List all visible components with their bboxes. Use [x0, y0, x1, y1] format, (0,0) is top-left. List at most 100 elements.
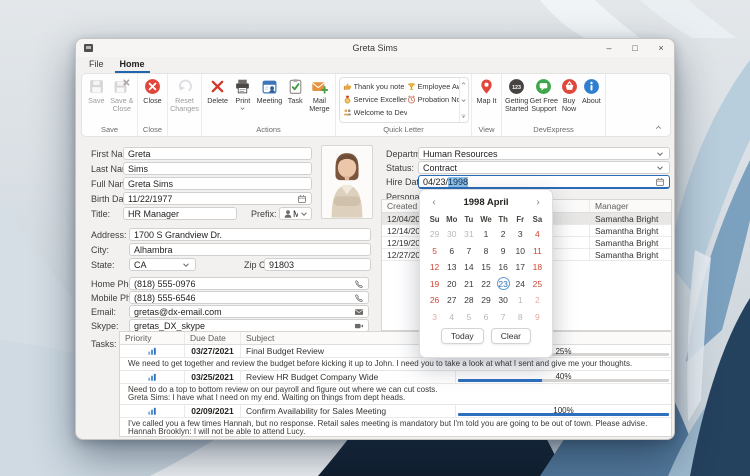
calendar-day[interactable]: 17 — [512, 261, 529, 274]
calendar-icon[interactable] — [654, 176, 665, 187]
chevron-down-icon[interactable] — [654, 148, 665, 159]
prefix-label: Prefix: — [251, 209, 277, 219]
today-button[interactable]: Today — [441, 328, 484, 344]
progress-cell: 40% — [456, 371, 671, 383]
address-input[interactable]: 1700 S Grandview Dr. — [129, 228, 371, 241]
chevron-down-icon[interactable] — [298, 208, 309, 219]
calendar-day[interactable]: 26 — [426, 294, 443, 307]
calendar-day-number: 14 — [462, 261, 475, 274]
calendar-day-number: 2 — [497, 228, 510, 241]
calendar-day[interactable]: 18 — [529, 261, 546, 274]
first-name-input[interactable]: Greta — [123, 147, 312, 160]
calendar-day-number: 6 — [479, 310, 492, 323]
calendar-day[interactable]: 30 — [495, 294, 512, 307]
calendar-day[interactable]: 21 — [460, 277, 477, 290]
calendar-day-number: 28 — [462, 294, 475, 307]
calendar-day[interactable]: 3 — [426, 310, 443, 323]
prefix-select[interactable]: Ms — [279, 207, 312, 220]
title-label: Title: — [91, 209, 110, 219]
full-name-value: Greta Sims — [128, 179, 307, 189]
calendar-day[interactable]: 4 — [529, 228, 546, 241]
calendar-day[interactable]: 7 — [495, 310, 512, 323]
calendar-day[interactable]: 5 — [426, 244, 443, 257]
phone-icon — [353, 278, 364, 289]
calendar-day[interactable]: 7 — [460, 244, 477, 257]
calendar-day[interactable]: 16 — [495, 261, 512, 274]
state-select[interactable]: CA — [129, 258, 196, 271]
hire-date-text: 04/23/ — [423, 177, 448, 187]
email-input[interactable]: gretas@dx-email.com — [129, 305, 369, 318]
calendar-day[interactable]: 2 — [495, 228, 512, 241]
city-input[interactable]: Alhambra — [129, 243, 371, 256]
last-name-input[interactable]: Sims — [123, 162, 312, 175]
manager-cell: Samantha Bright — [590, 237, 671, 248]
calendar-day[interactable]: 22 — [477, 277, 494, 290]
calendar-day[interactable]: 10 — [512, 244, 529, 257]
employee-photo — [321, 145, 373, 219]
calendar-day-number: 30 — [497, 294, 510, 307]
clear-button[interactable]: Clear — [491, 328, 531, 344]
chevron-down-icon[interactable] — [654, 162, 665, 173]
birth-date-value: 11/22/1977 — [128, 194, 296, 204]
calendar-day[interactable]: 25 — [529, 277, 546, 290]
calendar-day[interactable]: 1 — [477, 228, 494, 241]
calendar-day[interactable]: 8 — [477, 244, 494, 257]
calendar-day[interactable]: 20 — [443, 277, 460, 290]
form-area: First Name: Last Name: Full Name: Birth … — [76, 39, 674, 439]
mobile-phone-input[interactable]: (818) 555-6546 — [129, 291, 369, 304]
calendar-prev-button[interactable]: ‹ — [426, 195, 442, 211]
status-select[interactable]: Contract — [418, 161, 670, 174]
tasks-column-header-priority[interactable]: Priority — [120, 332, 185, 344]
calendar-day-number: 3 — [514, 228, 527, 241]
task-row[interactable]: 03/25/2021Review HR Budget Company Wide4… — [120, 371, 671, 384]
calendar-day[interactable]: 24 — [512, 277, 529, 290]
calendar-day[interactable]: 1 — [512, 294, 529, 307]
title-input[interactable]: HR Manager — [123, 207, 237, 220]
tasks-column-header-due-date[interactable]: Due Date — [185, 332, 241, 344]
calendar-day[interactable]: 30 — [443, 228, 460, 241]
calendar-day[interactable]: 15 — [477, 261, 494, 274]
calendar-day[interactable]: 19 — [426, 277, 443, 290]
calendar-day-selected[interactable]: 23 — [495, 277, 512, 290]
weekday-label: Mo — [443, 215, 460, 224]
birth-date-input[interactable]: 11/22/1977 — [123, 192, 312, 205]
calendar-title[interactable]: 1998 April — [442, 197, 530, 208]
profile-column-header-manager[interactable]: Manager — [590, 200, 671, 212]
app-window: Greta Sims – □ × FileHome SaveSave & Clo… — [75, 38, 675, 440]
zip-code-input[interactable]: 91803 — [264, 258, 371, 271]
calendar-day[interactable]: 9 — [495, 244, 512, 257]
calendar-day[interactable]: 13 — [443, 261, 460, 274]
calendar-day-number: 4 — [531, 228, 544, 241]
task-row[interactable]: 02/09/2021Confirm Availability for Sales… — [120, 405, 671, 418]
calendar-day[interactable]: 2 — [529, 294, 546, 307]
calendar-day[interactable]: 29 — [477, 294, 494, 307]
calendar-day[interactable]: 11 — [529, 244, 546, 257]
progress-label: 100% — [553, 406, 573, 415]
calendar-day[interactable]: 6 — [443, 244, 460, 257]
calendar-day[interactable]: 29 — [426, 228, 443, 241]
task-note-line: Greta Sims: I have what I need on my end… — [128, 394, 665, 403]
full-name-input[interactable]: Greta Sims — [123, 177, 312, 190]
calendar-day[interactable]: 28 — [460, 294, 477, 307]
calendar-day[interactable]: 3 — [512, 228, 529, 241]
calendar-day[interactable]: 6 — [477, 310, 494, 323]
calendar-day[interactable]: 27 — [443, 294, 460, 307]
weekday-label: Tu — [460, 215, 477, 224]
calendar-day[interactable]: 8 — [512, 310, 529, 323]
calendar-day[interactable]: 9 — [529, 310, 546, 323]
calendar-icon[interactable] — [296, 193, 307, 204]
department-value: Human Resources — [423, 149, 654, 159]
calendar-day[interactable]: 4 — [443, 310, 460, 323]
department-select[interactable]: Human Resources — [418, 147, 670, 160]
envelope-icon — [353, 306, 364, 317]
hire-date-input[interactable]: 04/23/1998 — [418, 175, 670, 189]
calendar-next-button[interactable]: › — [530, 195, 546, 211]
calendar-day[interactable]: 5 — [460, 310, 477, 323]
calendar-day[interactable]: 31 — [460, 228, 477, 241]
calendar-day[interactable]: 14 — [460, 261, 477, 274]
task-row[interactable]: 03/27/2021Final Budget Review25% — [120, 345, 671, 358]
chevron-down-icon[interactable] — [180, 259, 191, 270]
calendar-day-number: 29 — [428, 228, 441, 241]
calendar-day[interactable]: 12 — [426, 261, 443, 274]
home-phone-input[interactable]: (818) 555-0976 — [129, 277, 369, 290]
